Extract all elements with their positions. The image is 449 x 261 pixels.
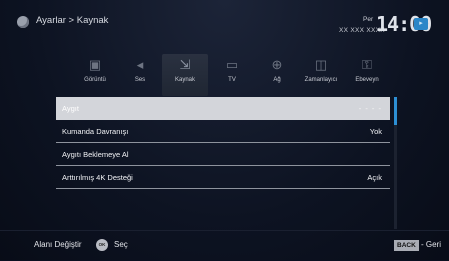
- settings-screen: Ayarlar > Kaynak Per XX XXX XXXX 14:00 ▸…: [0, 0, 449, 260]
- scrollbar[interactable]: [394, 97, 397, 229]
- list-item-label: Kumanda Davranışı: [62, 127, 129, 136]
- parental-icon: ⚿: [362, 57, 372, 72]
- picture-icon: ▣: [88, 57, 102, 72]
- tab-source[interactable]: ⇲ Kaynak: [162, 54, 208, 96]
- info-icon: ▸: [414, 18, 428, 30]
- tv-icon: ▭: [225, 57, 239, 72]
- tab-label: Ses: [134, 77, 146, 83]
- list-item-remote-behavior[interactable]: Kumanda Davranışı Yok: [56, 120, 390, 143]
- breadcrumb: Ayarlar > Kaynak: [36, 15, 109, 26]
- scrollbar-thumb[interactable]: [394, 97, 397, 125]
- sound-icon: ◂: [136, 57, 144, 72]
- change-area-hint: Alanı Değiştir: [34, 240, 82, 249]
- list-item-label: Arttırılmış 4K Desteği: [62, 173, 133, 182]
- source-icon: ⇲: [179, 57, 191, 72]
- timer-icon: ◫: [314, 57, 328, 72]
- tab-label: Zamanlayıcı: [304, 77, 338, 83]
- ok-button-icon: OK: [96, 239, 108, 251]
- list-item-value: - - - -: [358, 104, 382, 113]
- tab-label: Ağ: [273, 77, 281, 83]
- tab-label: Kaynak: [174, 77, 195, 83]
- tab-tv[interactable]: ▭ TV: [209, 54, 255, 96]
- list-item-value: Açık: [367, 173, 382, 182]
- header: Ayarlar > Kaynak Per XX XXX XXXX 14:00 ▸: [0, 0, 449, 52]
- clock-day: Per: [363, 16, 374, 23]
- settings-icon: [17, 16, 29, 28]
- settings-list: Aygıt - - - - Kumanda Davranışı Yok Aygı…: [56, 97, 390, 189]
- back-hint: - Geri: [421, 240, 441, 249]
- tab-label: Görüntü: [84, 77, 106, 83]
- select-hint: Seç: [114, 240, 128, 249]
- list-item-enhanced-4k[interactable]: Arttırılmış 4K Desteği Açık: [56, 166, 390, 189]
- tab-label: TV: [228, 77, 236, 83]
- footer: Alanı Değiştir OK Seç BACK - Geri: [0, 230, 449, 261]
- list-item-standby-device[interactable]: Aygıtı Beklemeye Al: [56, 143, 390, 166]
- back-key-icon: BACK: [394, 240, 419, 251]
- list-item-value: Yok: [369, 127, 382, 136]
- tab-timer[interactable]: ◫ Zamanlayıcı: [298, 54, 344, 96]
- tab-parental[interactable]: ⚿ Ebeveyn: [344, 54, 390, 96]
- tab-label: Ebeveyn: [355, 77, 379, 83]
- tab-sound[interactable]: ◂ Ses: [117, 54, 163, 96]
- category-bar: ▣ Görüntü ◂ Ses ⇲ Kaynak ▭ TV ⊕ Ağ ◫ Zam…: [72, 54, 392, 96]
- list-item-label: Aygıtı Beklemeye Al: [62, 150, 129, 159]
- list-item-device[interactable]: Aygıt - - - -: [56, 97, 390, 120]
- network-icon: ⊕: [271, 57, 283, 72]
- tab-picture[interactable]: ▣ Görüntü: [72, 54, 118, 96]
- list-item-label: Aygıt: [62, 104, 79, 113]
- tab-network[interactable]: ⊕ Ağ: [254, 54, 300, 96]
